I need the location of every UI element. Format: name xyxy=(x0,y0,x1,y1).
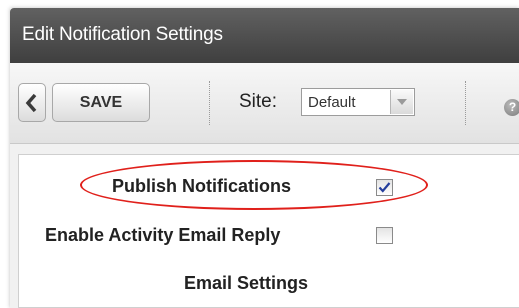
toolbar-separator xyxy=(465,81,466,125)
toolbar: SAVE Site: Default ? xyxy=(10,63,519,144)
enable-activity-email-reply-label: Enable Activity Email Reply xyxy=(45,225,281,245)
email-settings-heading: Email Settings xyxy=(184,273,309,293)
question-icon[interactable]: ? xyxy=(504,99,519,116)
site-select-value: Default xyxy=(308,94,356,111)
title-bar: Edit Notification Settings xyxy=(10,8,519,63)
publish-notifications-label: Publish Notifications xyxy=(112,176,292,196)
site-select-dropdown-button[interactable] xyxy=(390,90,413,114)
toolbar-separator xyxy=(209,81,210,125)
edit-notification-settings-dialog: Edit Notification Settings SAVE Site: De… xyxy=(10,8,519,308)
chevron-left-icon xyxy=(25,93,37,113)
back-button[interactable] xyxy=(18,83,46,122)
publish-notifications-checkbox[interactable] xyxy=(376,179,393,196)
settings-panel: Publish Notifications Enable Activity Em… xyxy=(18,154,519,308)
dialog-title: Edit Notification Settings xyxy=(22,24,223,45)
site-label: Site: xyxy=(239,91,278,112)
save-button[interactable]: SAVE xyxy=(52,83,150,122)
enable-activity-email-reply-checkbox[interactable] xyxy=(376,227,393,244)
site-select[interactable]: Default xyxy=(301,88,415,116)
checkmark-icon xyxy=(378,182,391,193)
chevron-down-icon xyxy=(397,99,407,105)
